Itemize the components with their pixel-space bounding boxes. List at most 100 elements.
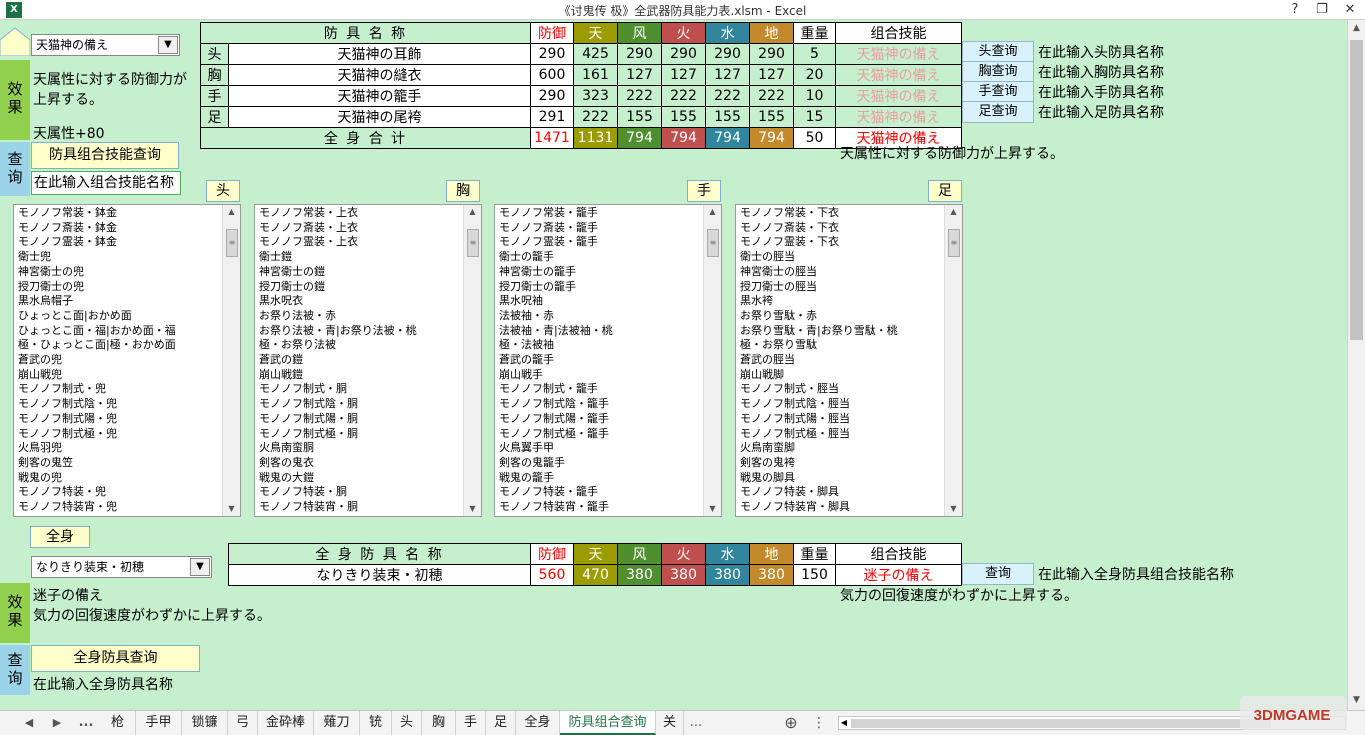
- list-item[interactable]: 火鳥南蛮胴: [259, 441, 459, 456]
- sheet-tab[interactable]: 薙刀: [314, 711, 360, 735]
- list-item[interactable]: モノノフ制式陽・胴: [259, 412, 459, 427]
- chevron-down-icon[interactable]: ▼: [190, 558, 210, 576]
- list-item[interactable]: モノノフ霊装・籠手: [499, 235, 699, 250]
- list-item[interactable]: モノノフ制式陽・脛当: [740, 412, 940, 427]
- list-item[interactable]: モノノフ斎装・上衣: [259, 221, 459, 236]
- scroll-down-icon[interactable]: ▼: [464, 502, 481, 516]
- restore-button[interactable]: ❐: [1307, 0, 1337, 20]
- list-item[interactable]: 火鳥翼手甲: [499, 441, 699, 456]
- list-item[interactable]: 極・ひょっとこ面|極・おかめ面: [18, 338, 218, 353]
- foot-query-button[interactable]: 足查询: [962, 101, 1034, 123]
- list-item[interactable]: 剣客の鬼袴: [740, 456, 940, 471]
- scroll-down-icon[interactable]: ▼: [223, 502, 240, 516]
- list-item[interactable]: モノノフ常装・籠手: [499, 206, 699, 221]
- tab-next-icon[interactable]: ▶: [48, 711, 66, 735]
- list-item[interactable]: 火鳥羽兜: [18, 441, 218, 456]
- head-list[interactable]: モノノフ常装・鉢金 モノノフ斎装・鉢金 モノノフ霊装・鉢金 衛士兜 神宮衛士の兜 授刀衛士…: [14, 205, 222, 516]
- list-item[interactable]: 衛士の籠手: [499, 250, 699, 265]
- sheet-tab[interactable]: 铳: [360, 711, 392, 735]
- scroll-left-icon[interactable]: ◀: [839, 717, 849, 729]
- list-item[interactable]: モノノフ斎装・籠手: [499, 221, 699, 236]
- list-item[interactable]: モノノフ制式・胴: [259, 382, 459, 397]
- tab-more-left[interactable]: ...: [74, 711, 98, 735]
- full-row-name[interactable]: なりきり装束・初穂: [228, 564, 531, 586]
- list-item[interactable]: モノノフ制式陰・胴: [259, 397, 459, 412]
- row-name[interactable]: 天猫神の耳飾: [228, 43, 531, 65]
- list-item[interactable]: 崩山戦手: [499, 368, 699, 383]
- foot-list-scrollbar[interactable]: ▲ ≡ ▼: [944, 205, 962, 516]
- list-item[interactable]: モノノフ特装宵・籠手: [499, 500, 699, 515]
- row-name[interactable]: 天猫神の籠手: [228, 85, 531, 107]
- list-item[interactable]: 衛士兜: [18, 250, 218, 265]
- sheet-tab[interactable]: 关: [656, 711, 684, 735]
- list-item[interactable]: 神宮衛士の脛当: [740, 265, 940, 280]
- list-item[interactable]: 蒼武の鎧: [259, 353, 459, 368]
- list-item[interactable]: 蒼武の兜: [18, 353, 218, 368]
- head-listbox[interactable]: モノノフ常装・鉢金 モノノフ斎装・鉢金 モノノフ霊装・鉢金 衛士兜 神宮衛士の兜 授刀衛士…: [13, 204, 241, 517]
- list-item[interactable]: 黒水呪衣: [259, 294, 459, 309]
- scroll-thumb[interactable]: [851, 719, 1271, 728]
- list-item[interactable]: お祭り雪駄・赤: [740, 309, 940, 324]
- list-item[interactable]: 崩山戦兜: [18, 368, 218, 383]
- list-item[interactable]: 衛士鎧: [259, 250, 459, 265]
- list-item[interactable]: モノノフ制式陽・籠手: [499, 412, 699, 427]
- list-item[interactable]: 火鳥南蛮脚: [740, 441, 940, 456]
- list-item[interactable]: モノノフ特装・兜: [18, 485, 218, 500]
- list-item[interactable]: 崩山戦鎧: [259, 368, 459, 383]
- row-name[interactable]: 天猫神の縫衣: [228, 64, 531, 86]
- head-query-button[interactable]: 头查询: [962, 41, 1034, 63]
- full-skill-input-hint[interactable]: 在此输入全身防具组合技能名称: [1038, 564, 1234, 584]
- chest-list-scrollbar[interactable]: ▲ ≡ ▼: [463, 205, 481, 516]
- scroll-thumb[interactable]: ≡: [467, 229, 479, 257]
- scroll-thumb[interactable]: ≡: [948, 229, 960, 257]
- list-item[interactable]: 戦鬼の籠手: [499, 471, 699, 486]
- chest-query-button[interactable]: 胸查询: [962, 61, 1034, 83]
- scroll-up-icon[interactable]: ▲: [704, 205, 721, 219]
- list-item[interactable]: モノノフ制式極・兜: [18, 427, 218, 442]
- list-item[interactable]: お祭り法被・青|お祭り法被・桃: [259, 324, 459, 339]
- scroll-thumb[interactable]: [1350, 40, 1363, 340]
- full-body-select[interactable]: なりきり装束・初穂 ▼: [31, 556, 212, 578]
- list-item[interactable]: 黒水呪袖: [499, 294, 699, 309]
- hand-query-button[interactable]: 手查询: [962, 81, 1034, 103]
- chest-listbox[interactable]: モノノフ常装・上衣 モノノフ斎装・上衣 モノノフ霊装・上衣 衛士鎧 神宮衛士の鎧 授刀衛士…: [254, 204, 482, 517]
- list-item[interactable]: モノノフ霊装・下衣: [740, 235, 940, 250]
- list-item[interactable]: 極・お祭り雪駄: [740, 338, 940, 353]
- list-item[interactable]: 黒水袴: [740, 294, 940, 309]
- scroll-thumb[interactable]: ≡: [707, 229, 719, 257]
- list-item[interactable]: モノノフ斎装・下衣: [740, 221, 940, 236]
- hand-listbox[interactable]: モノノフ常装・籠手 モノノフ斎装・籠手 モノノフ霊装・籠手 衛士の籠手 神宮衛士の籠手授…: [494, 204, 722, 517]
- sheet-tab[interactable]: 头: [392, 711, 422, 735]
- chevron-down-icon[interactable]: ▼: [158, 36, 178, 54]
- head-input-hint[interactable]: 在此输入头防具名称: [1038, 42, 1164, 62]
- hand-list-scrollbar[interactable]: ▲ ≡ ▼: [703, 205, 721, 516]
- list-item[interactable]: モノノフ制式・籠手: [499, 382, 699, 397]
- sheet-tab[interactable]: 防具组合查询: [560, 711, 656, 735]
- sheet-tab[interactable]: 枪: [100, 711, 136, 735]
- list-item[interactable]: 授刀衛士の鎧: [259, 280, 459, 295]
- tab-prev-icon[interactable]: ◀: [20, 711, 38, 735]
- sheet-tab[interactable]: 弓: [228, 711, 258, 735]
- list-item[interactable]: 神宮衛士の籠手: [499, 265, 699, 280]
- list-item[interactable]: モノノフ特装・籠手: [499, 485, 699, 500]
- list-item[interactable]: モノノフ制式陰・脛当: [740, 397, 940, 412]
- list-item[interactable]: 黒水烏帽子: [18, 294, 218, 309]
- list-item[interactable]: 神宮衛士の兜: [18, 265, 218, 280]
- list-item[interactable]: ひょっとこ面・福|おかめ面・福: [18, 324, 218, 339]
- list-item[interactable]: モノノフ制式極・胴: [259, 427, 459, 442]
- foot-input-hint[interactable]: 在此输入足防具名称: [1038, 102, 1164, 122]
- list-item[interactable]: ひょっとこ面|おかめ面: [18, 309, 218, 324]
- close-button[interactable]: ✕: [1335, 0, 1365, 20]
- scroll-up-icon[interactable]: ▲: [464, 205, 481, 219]
- list-item[interactable]: 蒼武の籠手: [499, 353, 699, 368]
- list-item[interactable]: 剣客の鬼衣: [259, 456, 459, 471]
- row-name[interactable]: 天猫神の尾袴: [228, 106, 531, 128]
- list-item[interactable]: 法被袖・赤: [499, 309, 699, 324]
- head-list-scrollbar[interactable]: ▲ ≡ ▼: [222, 205, 240, 516]
- list-item[interactable]: モノノフ斎装・鉢金: [18, 221, 218, 236]
- list-item[interactable]: モノノフ制式陰・籠手: [499, 397, 699, 412]
- list-item[interactable]: モノノフ特装宵・脚具: [740, 500, 940, 515]
- combo-skill-select[interactable]: 天猫神の備え ▼: [31, 34, 180, 56]
- scroll-down-icon[interactable]: ▼: [945, 502, 962, 516]
- full-body-input[interactable]: 在此输入全身防具名称: [33, 674, 173, 694]
